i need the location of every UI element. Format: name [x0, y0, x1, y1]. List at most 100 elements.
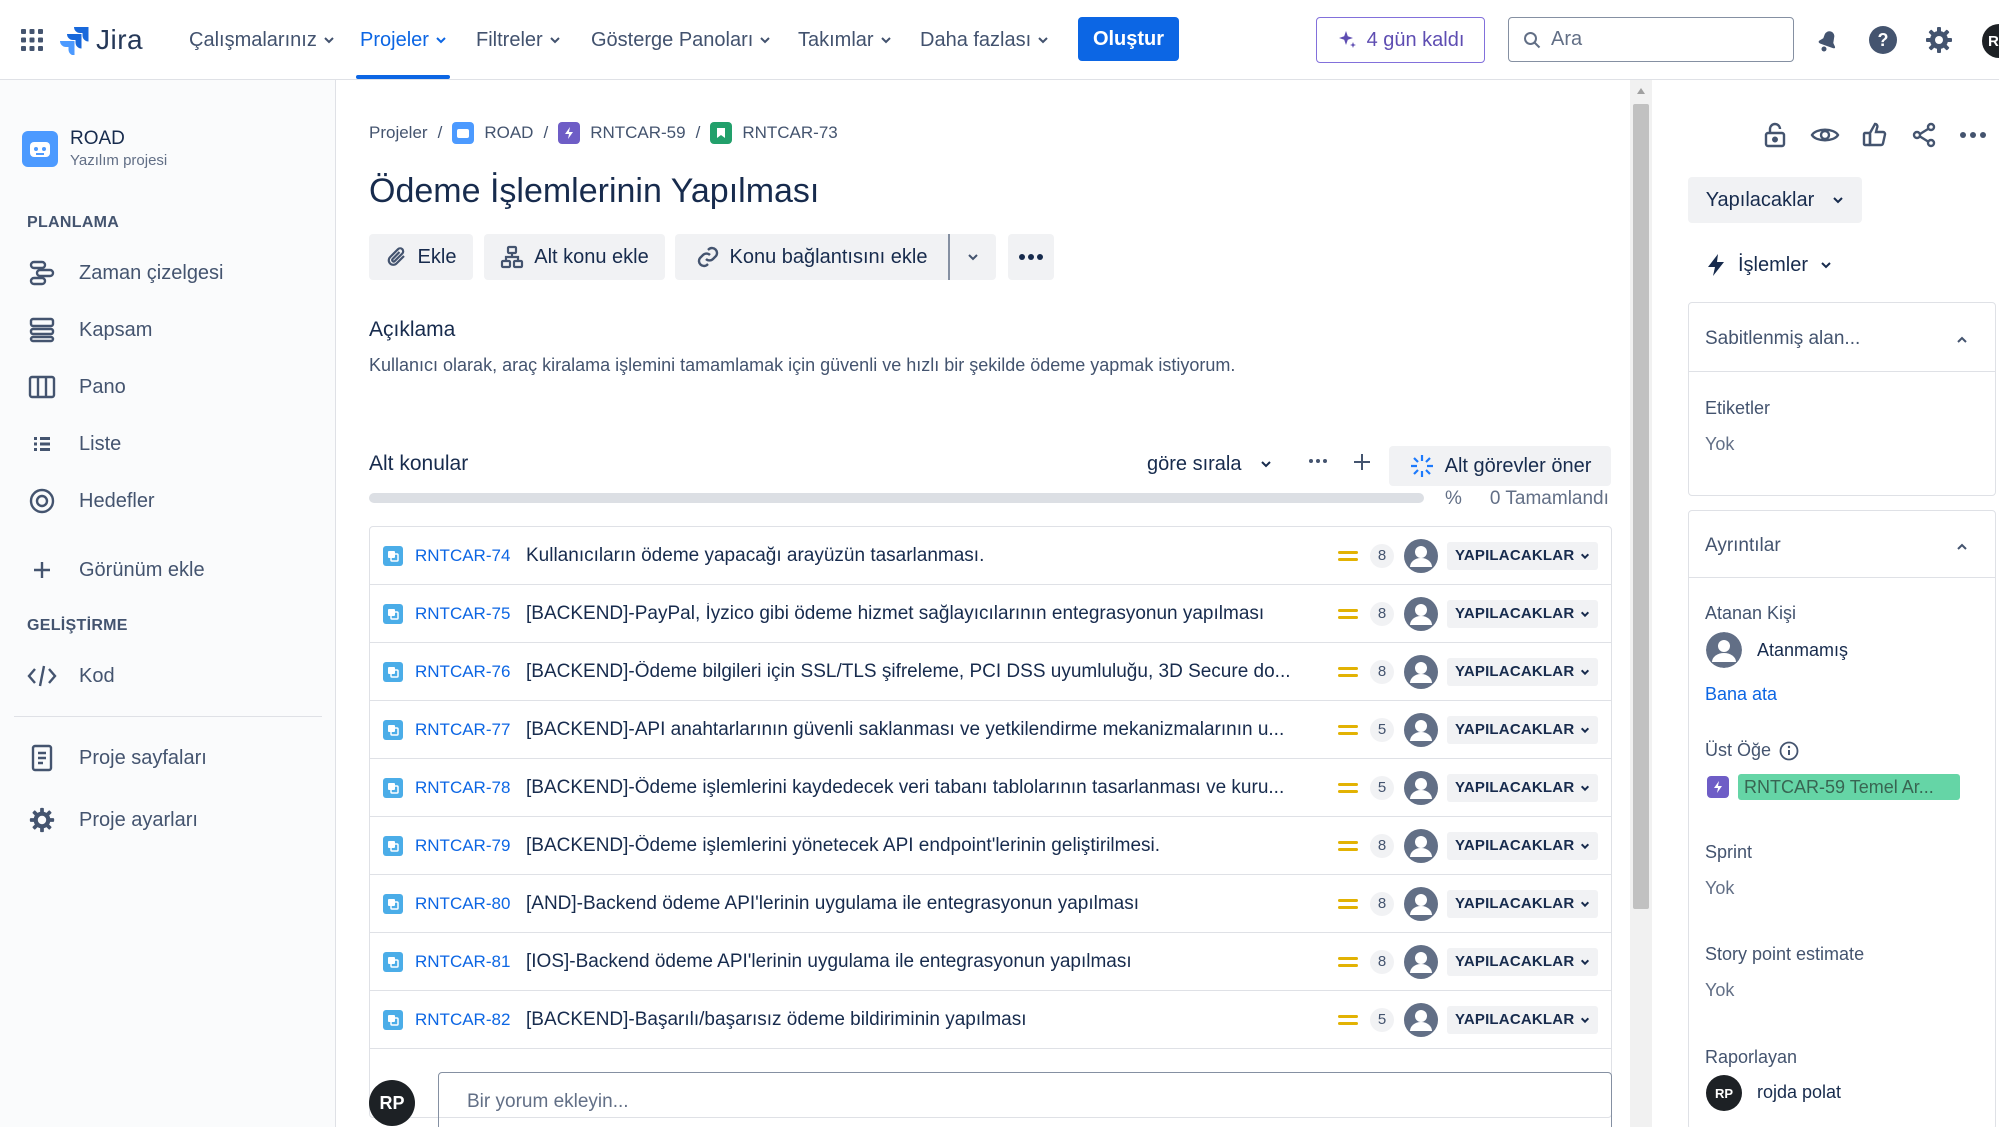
attach-button[interactable]: Ekle	[369, 234, 473, 280]
add-child-button[interactable]: Alt konu ekle	[484, 234, 665, 280]
subtask-row[interactable]: RNTCAR-80 [AND]-Backend ödeme API'lerinin…	[370, 875, 1611, 933]
subtask-key[interactable]: RNTCAR-77	[415, 720, 510, 740]
subtask-status-dropdown[interactable]: YAPILACAKLAR	[1447, 715, 1599, 744]
help-icon[interactable]: ?	[1867, 24, 1899, 56]
nav-dashboards[interactable]: Gösterge Panoları	[591, 20, 771, 60]
priority-medium-icon[interactable]	[1337, 896, 1359, 912]
subtask-summary[interactable]: [BACKEND]-Ödeme işlemlerini yönetecek AP…	[526, 835, 1316, 857]
subtask-row[interactable]: RNTCAR-79 [BACKEND]-Ödeme işlemlerini yön…	[370, 817, 1611, 875]
subtask-summary[interactable]: [AND]-Backend ödeme API'lerinin uygulama…	[526, 893, 1316, 915]
chevron-up-icon[interactable]	[1955, 540, 1969, 554]
subtask-row[interactable]: RNTCAR-78 [BACKEND]-Ödeme işlemlerini kay…	[370, 759, 1611, 817]
subtask-key[interactable]: RNTCAR-76	[415, 662, 510, 682]
watch-icon[interactable]	[1808, 118, 1842, 152]
subtask-key[interactable]: RNTCAR-81	[415, 952, 510, 972]
subtask-status-dropdown[interactable]: YAPILACAKLAR	[1447, 947, 1599, 976]
subtask-key[interactable]: RNTCAR-80	[415, 894, 510, 914]
share-icon[interactable]	[1907, 118, 1941, 152]
subtask-row[interactable]: RNTCAR-76 [BACKEND]-Ödeme bilgileri için …	[370, 643, 1611, 701]
story-points-badge[interactable]: 8	[1370, 891, 1394, 916]
subtask-key[interactable]: RNTCAR-79	[415, 836, 510, 856]
subtask-summary[interactable]: [BACKEND]-Başarılı/başarısız ödeme bildi…	[526, 1009, 1316, 1031]
subtask-status-dropdown[interactable]: YAPILACAKLAR	[1447, 831, 1599, 860]
breadcrumb-projects[interactable]: Projeler	[369, 123, 428, 143]
priority-medium-icon[interactable]	[1337, 722, 1359, 738]
info-icon[interactable]	[1779, 741, 1799, 761]
add-link-dropdown[interactable]	[950, 234, 996, 280]
priority-medium-icon[interactable]	[1337, 664, 1359, 680]
unassigned-avatar-icon[interactable]	[1404, 944, 1438, 979]
sidebar-item-goals[interactable]: Hedefler	[27, 481, 155, 521]
subtask-status-dropdown[interactable]: YAPILACAKLAR	[1447, 541, 1599, 570]
unassigned-avatar-icon[interactable]	[1404, 712, 1438, 747]
create-button[interactable]: Oluştur	[1078, 17, 1179, 61]
sidebar-item-project-settings[interactable]: Proje ayarları	[27, 800, 198, 840]
lock-icon[interactable]	[1758, 118, 1792, 152]
more-actions-button[interactable]	[1008, 234, 1054, 280]
breadcrumb-epic[interactable]: RNTCAR-59	[590, 123, 685, 143]
subtask-summary[interactable]: [BACKEND]-API anahtarlarının güvenli sak…	[526, 719, 1316, 741]
more-options-icon[interactable]	[1956, 118, 1990, 152]
scroll-up-arrow-icon[interactable]	[1636, 87, 1646, 95]
add-link-button[interactable]: Konu bağlantısını ekle	[675, 234, 948, 280]
subtask-row[interactable]: RNTCAR-75 [BACKEND]-PayPal, İyzico gibi ö…	[370, 585, 1611, 643]
story-points-badge[interactable]: 8	[1370, 833, 1394, 858]
notifications-icon[interactable]	[1812, 24, 1844, 56]
sidebar-item-code[interactable]: Kod	[27, 656, 115, 696]
nav-teams[interactable]: Takımlar	[798, 20, 892, 60]
unassigned-avatar-icon[interactable]	[1404, 828, 1438, 863]
priority-medium-icon[interactable]	[1337, 548, 1359, 564]
nav-filters[interactable]: Filtreler	[476, 20, 561, 60]
comment-input[interactable]: Bir yorum ekleyin...	[438, 1072, 1612, 1127]
issue-title[interactable]: Ödeme İşlemlerinin Yapılması	[369, 172, 819, 211]
story-points-badge[interactable]: 5	[1370, 717, 1394, 742]
sidebar-item-list[interactable]: Liste	[27, 424, 121, 464]
sidebar-item-timeline[interactable]: Zaman çizelgesi	[27, 253, 224, 293]
subtask-summary[interactable]: [BACKEND]-Ödeme işlemlerini kaydedecek v…	[526, 777, 1316, 799]
subtask-row[interactable]: RNTCAR-81 [IOS]-Backend ödeme API'lerinin…	[370, 933, 1611, 991]
subtask-summary[interactable]: [IOS]-Backend ödeme API'lerinin uygulama…	[526, 951, 1316, 973]
subtask-status-dropdown[interactable]: YAPILACAKLAR	[1447, 599, 1599, 628]
labels-field-value[interactable]: Yok	[1705, 434, 1734, 455]
assignee-value[interactable]: Atanmamış	[1757, 640, 1848, 661]
subtask-summary[interactable]: [BACKEND]-PayPal, İyzico gibi ödeme hizm…	[526, 603, 1316, 625]
sidebar-item-board[interactable]: Pano	[27, 367, 126, 407]
subtask-key[interactable]: RNTCAR-74	[415, 546, 510, 566]
scroll-thumb[interactable]	[1633, 104, 1649, 909]
app-switcher-icon[interactable]	[20, 28, 44, 52]
unassigned-avatar-icon[interactable]	[1404, 538, 1438, 573]
description-text[interactable]: Kullanıcı olarak, araç kiralama işlemini…	[369, 355, 1235, 376]
subtask-key[interactable]: RNTCAR-82	[415, 1010, 510, 1030]
sidebar-item-project-pages[interactable]: Proje sayfaları	[27, 738, 207, 778]
subtask-row[interactable]: RNTCAR-77 [BACKEND]-API anahtarlarının gü…	[370, 701, 1611, 759]
nav-projects[interactable]: Projeler	[360, 20, 447, 60]
story-points-badge[interactable]: 8	[1370, 659, 1394, 684]
priority-medium-icon[interactable]	[1337, 838, 1359, 854]
trial-button[interactable]: 4 gün kaldı	[1316, 17, 1485, 63]
nav-your-work[interactable]: Çalışmalarınız	[189, 20, 335, 60]
subtask-status-dropdown[interactable]: YAPILACAKLAR	[1447, 657, 1599, 686]
subtask-status-dropdown[interactable]: YAPILACAKLAR	[1447, 889, 1599, 918]
story-points-badge[interactable]: 5	[1370, 1007, 1394, 1032]
reporter-name[interactable]: rojda polat	[1757, 1082, 1841, 1103]
story-points-badge[interactable]: 8	[1370, 949, 1394, 974]
add-subtask-icon[interactable]	[1352, 452, 1372, 472]
like-icon[interactable]	[1858, 118, 1892, 152]
priority-medium-icon[interactable]	[1337, 780, 1359, 796]
profile-avatar[interactable]: R	[1982, 24, 1999, 58]
assign-to-me-link[interactable]: Bana ata	[1705, 684, 1777, 705]
sidebar-item-backlog[interactable]: Kapsam	[27, 310, 152, 350]
subtask-row[interactable]: RNTCAR-82 [BACKEND]-Başarılı/başarısız öd…	[370, 991, 1611, 1049]
unassigned-avatar-icon[interactable]	[1404, 654, 1438, 689]
subtasks-more-icon[interactable]	[1308, 458, 1328, 464]
project-header[interactable]: ROAD Yazılım projesi	[22, 128, 167, 169]
priority-medium-icon[interactable]	[1337, 954, 1359, 970]
subtask-summary[interactable]: Kullanıcıların ödeme yapacağı arayüzün t…	[526, 545, 1316, 567]
parent-epic-link[interactable]: RNTCAR-59 Temel Ar...	[1738, 774, 1960, 800]
subtask-status-dropdown[interactable]: YAPILACAKLAR	[1447, 773, 1599, 802]
breadcrumb-issue[interactable]: RNTCAR-73	[742, 123, 837, 143]
story-points-value[interactable]: Yok	[1705, 980, 1734, 1001]
sort-dropdown[interactable]: göre sırala	[1147, 444, 1272, 484]
actions-dropdown[interactable]: İşlemler	[1706, 245, 1832, 285]
settings-icon[interactable]	[1923, 24, 1955, 56]
